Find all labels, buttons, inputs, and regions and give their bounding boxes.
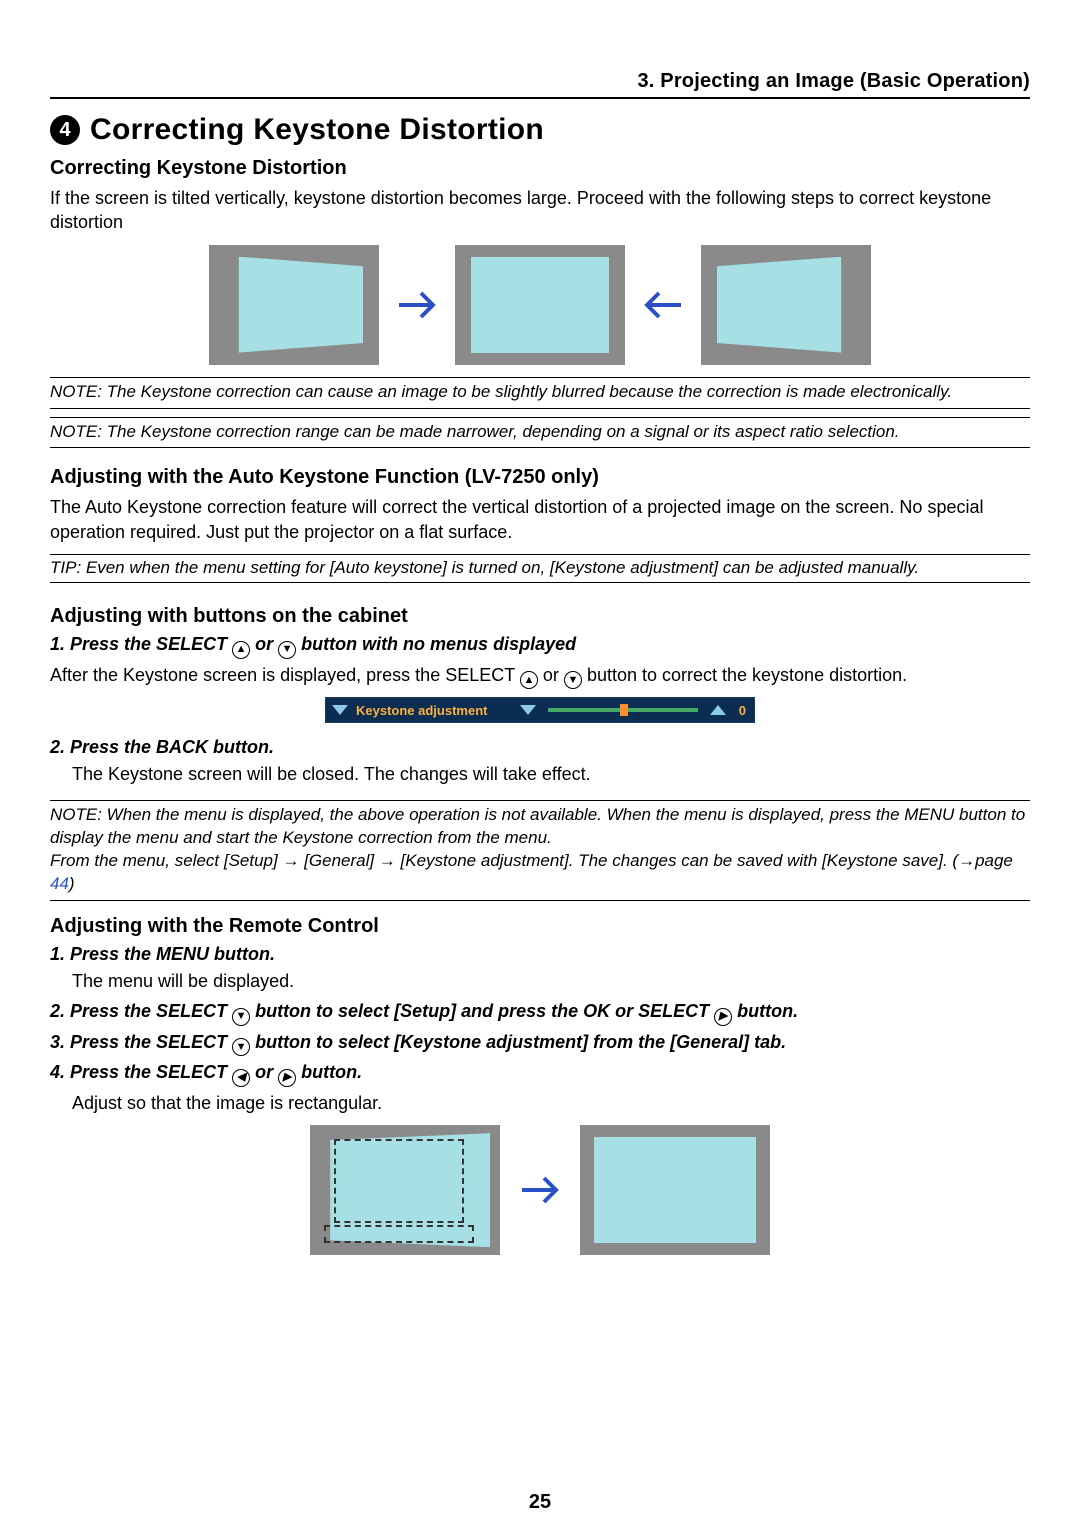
up-button-icon (232, 641, 250, 659)
keystone-down-icon (332, 703, 348, 717)
keystone-diagram-top (50, 245, 1030, 365)
down-button-icon (232, 1008, 250, 1026)
keystone-osd-bar: Keystone adjustment 0 (325, 697, 755, 723)
left-button-icon (232, 1069, 250, 1087)
intro-text: If the screen is tilted vertically, keys… (50, 186, 1030, 235)
note-blur: NOTE: The Keystone correction can cause … (50, 377, 1030, 409)
step-2-body: The Keystone screen will be closed. The … (72, 762, 1030, 786)
corrected-frame (580, 1125, 770, 1255)
corrected-frame-center (455, 245, 625, 365)
up-button-icon (520, 671, 538, 689)
osd-slider-track (548, 708, 698, 712)
rc-step-1-body: The menu will be displayed. (72, 969, 1030, 993)
subheading-correcting: Correcting Keystone Distortion (50, 157, 1030, 180)
distorted-frame-with-guides (310, 1125, 500, 1255)
subheading-remote-control: Adjusting with the Remote Control (50, 915, 1030, 938)
arrow-right-icon (395, 283, 439, 327)
rc-step-2: 2. Press the SELECT button to select [Se… (50, 1001, 1030, 1026)
step-2: 2. Press the BACK button. (50, 737, 1030, 758)
distorted-frame-left (209, 245, 379, 365)
chapter-header: 3. Projecting an Image (Basic Operation) (50, 70, 1030, 99)
page-number: 25 (0, 1491, 1080, 1514)
osd-slider-thumb (620, 704, 628, 716)
right-button-icon (714, 1008, 732, 1026)
section-number-badge: 4 (50, 115, 80, 145)
note-range: NOTE: The Keystone correction range can … (50, 417, 1030, 449)
keystone-diagram-bottom (50, 1125, 1030, 1255)
after-keystone-text: After the Keystone screen is displayed, … (50, 663, 1030, 690)
right-button-icon (278, 1069, 296, 1087)
rc-step-4-body: Adjust so that the image is rectangular. (72, 1091, 1030, 1115)
subheading-cabinet-buttons: Adjusting with buttons on the cabinet (50, 605, 1030, 628)
rc-step-1: 1. Press the MENU button. (50, 944, 1030, 965)
keystone-down-icon (520, 703, 536, 717)
arrow-right-icon (518, 1168, 562, 1212)
osd-value: 0 (732, 703, 754, 718)
keystone-up-icon (710, 703, 726, 717)
tip-manual: TIP: Even when the menu setting for [Aut… (50, 554, 1030, 583)
step-1: 1. Press the SELECT or button with no me… (50, 634, 1030, 659)
down-button-icon (564, 671, 582, 689)
arrow-left-icon (641, 283, 685, 327)
subheading-auto-keystone: Adjusting with the Auto Keystone Functio… (50, 466, 1030, 489)
osd-label: Keystone adjustment (354, 703, 514, 718)
note-menu: NOTE: When the menu is displayed, the ab… (50, 800, 1030, 901)
section-heading-row: 4 Correcting Keystone Distortion (50, 113, 1030, 147)
section-title: Correcting Keystone Distortion (90, 113, 544, 147)
page-link-44[interactable]: 44 (50, 874, 69, 893)
down-button-icon (278, 641, 296, 659)
rc-step-4: 4. Press the SELECT or button. (50, 1062, 1030, 1087)
down-button-icon (232, 1038, 250, 1056)
rc-step-3: 3. Press the SELECT button to select [Ke… (50, 1032, 1030, 1057)
distorted-frame-right (701, 245, 871, 365)
auto-keystone-body: The Auto Keystone correction feature wil… (50, 495, 1030, 544)
